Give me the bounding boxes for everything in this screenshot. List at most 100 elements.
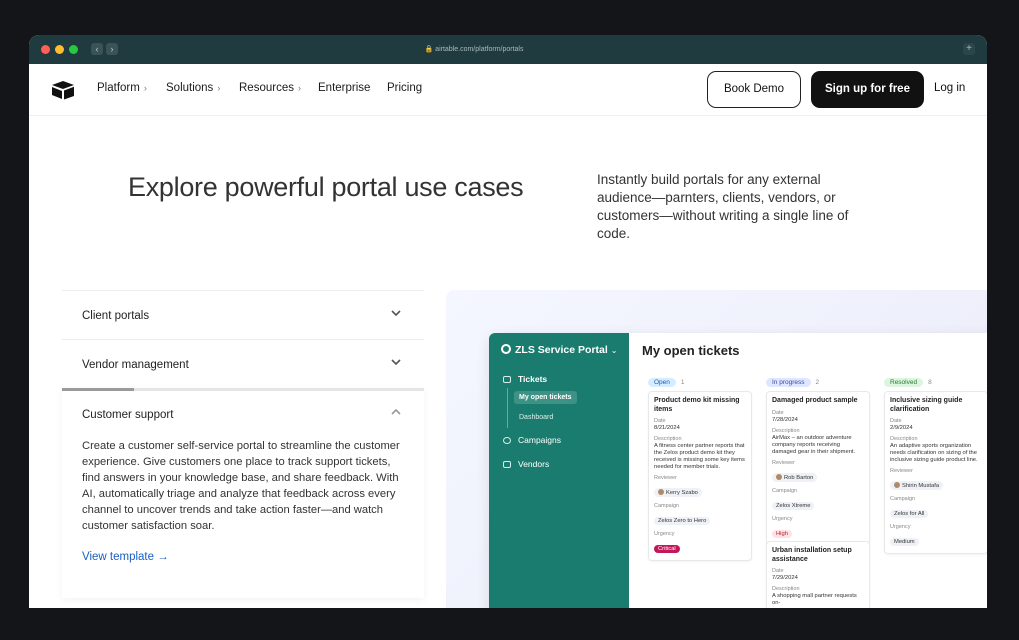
accordion-body: Create a customer self-service portal to… [82,440,400,532]
campaign-chip: Zelos Xtreme [772,501,815,510]
field-label: Description [772,427,800,434]
portal-logo-icon [501,344,511,354]
maximize-window-button[interactable] [69,45,78,54]
portal-preview: ZLS Service Portal ⌄ Tickets My open tic… [446,290,987,608]
progress-bar [62,388,135,391]
urgency-badge: Critical [654,545,680,553]
browser-toolbar: ‹ › 🔒 airtable.com/platform/portals + [29,35,987,64]
sidebar-item-vendors[interactable]: Vendors [503,459,549,469]
log-in-link[interactable]: Log in [934,82,965,94]
field-label: Date [772,409,784,416]
chevron-down-icon [391,359,401,366]
back-icon[interactable]: ‹ [91,43,103,55]
status-badge: In progress [766,378,811,387]
campaign-chip: Zelos Zero to Hero [654,517,711,525]
ticket-card[interactable]: Damaged product sample Date 7/28/2024 De… [766,391,870,546]
kanban-column-resolved: Resolved 8 Inclusive sizing guide clarifi… [884,371,987,554]
field-label: Urgency [654,531,675,537]
field-label: Description [772,586,800,592]
avatar [894,482,900,488]
field-label: Reviewer [654,475,677,481]
accordion-label: Client portals [82,310,150,322]
sidebar-item-tickets[interactable]: Tickets [503,374,547,384]
tickets-icon [503,376,511,383]
ticket-card[interactable]: Product demo kit missing items Date 8/21… [648,391,752,561]
ticket-description: A fitness center partner reports that th… [654,443,745,470]
airtable-logo-icon[interactable] [51,80,75,100]
ticket-description: A shopping mall partner requests on- [772,593,857,606]
address-bar[interactable]: 🔒 airtable.com/platform/portals [329,42,619,57]
url-text: airtable.com/platform/portals [435,46,524,53]
avatar [776,473,782,480]
kanban-column-open: Open 1 Product demo kit missing items Dat… [648,371,758,561]
reviewer-chip: Rob Barton [772,472,818,482]
page-title: My open tickets [642,343,740,358]
field-label: Urgency [890,524,911,530]
ticket-description: An adaptive sports organization needs cl… [890,443,978,463]
vendors-icon [503,461,511,468]
hero-title: Explore powerful portal use cases [128,172,524,202]
ticket-title: Damaged product sample [772,397,858,404]
ticket-date: 7/29/2024 [772,575,798,581]
nav-pricing[interactable]: Pricing [387,82,422,94]
accordion-item-customer-support[interactable]: Customer support Create a customer self-… [62,388,424,598]
field-label: Description [890,436,918,442]
urgency-badge: High [772,529,792,538]
new-tab-icon[interactable]: + [963,43,975,55]
portal-sidebar: ZLS Service Portal ⌄ Tickets My open tic… [489,333,629,608]
lock-icon: 🔒 [424,46,434,53]
column-count: 1 [680,379,685,386]
hero-description: Instantly build portals for any external… [597,172,849,241]
ticket-title: Inclusive sizing guide clarification [890,397,963,413]
forward-icon[interactable]: › [106,43,118,55]
sidebar-subnav-line [507,388,508,428]
kanban-column-in-progress: In progress 2 Damaged product sample Date… [766,371,876,608]
ticket-date: 7/28/2024 [772,416,798,423]
chevron-up-icon [391,408,401,415]
use-case-accordion: Client portals Vendor management Custome… [62,290,424,598]
field-label: Reviewer [772,459,795,466]
campaign-chip: Zelos for All [890,510,929,518]
accordion-item-vendor-management[interactable]: Vendor management [62,339,424,388]
ticket-date: 2/9/2024 [890,425,913,431]
close-window-button[interactable] [41,45,50,54]
status-badge: Open [648,378,676,387]
book-demo-button[interactable]: Book Demo [707,71,801,108]
ticket-card[interactable]: Urban installation setup assistance Date… [766,541,870,608]
sidebar-item-campaigns[interactable]: Campaigns [503,435,561,445]
sign-up-button[interactable]: Sign up for free [811,71,924,108]
ticket-title: Product demo kit missing items [654,397,740,413]
ticket-card[interactable]: Inclusive sizing guide clarification Dat… [884,391,987,554]
nav-solutions[interactable]: Solutions › [166,82,220,94]
field-label: Date [654,418,666,424]
chevron-down-icon [391,310,401,317]
avatar [658,489,664,495]
chevron-down-icon: ⌄ [610,346,618,355]
reviewer-chip: Shirin Mustafa [890,481,944,490]
field-label: Description [654,436,682,442]
chevron-right-icon: › [217,83,221,93]
accordion-label: Vendor management [82,359,189,371]
chevron-right-icon: › [143,83,147,93]
field-label: Date [772,568,784,574]
reviewer-chip: Kerry Szabo [654,488,702,497]
sidebar-item-dashboard[interactable]: Dashboard [519,414,553,421]
portal-title[interactable]: ZLS Service Portal ⌄ [501,344,617,356]
nav-enterprise[interactable]: Enterprise [318,82,370,94]
field-label: Date [890,418,902,424]
urgency-badge: Medium [890,538,919,546]
minimize-window-button[interactable] [55,45,64,54]
accordion-item-client-portals[interactable]: Client portals [62,290,424,339]
view-template-link[interactable]: View template → [82,551,169,563]
nav-resources[interactable]: Resources › [239,82,301,94]
sidebar-item-my-open-tickets[interactable]: My open tickets [514,391,577,404]
status-badge: Resolved [884,378,924,387]
field-label: Campaign [890,496,916,502]
nav-platform[interactable]: Platform › [97,82,147,94]
chevron-right-icon: › [297,83,301,93]
field-label: Campaign [654,503,680,509]
ticket-description: AirMax – an outdoor adventure company re… [772,434,856,455]
portal-app: ZLS Service Portal ⌄ Tickets My open tic… [489,333,987,608]
ticket-title: Urban installation setup assistance [772,547,852,563]
column-count: 8 [928,379,932,386]
